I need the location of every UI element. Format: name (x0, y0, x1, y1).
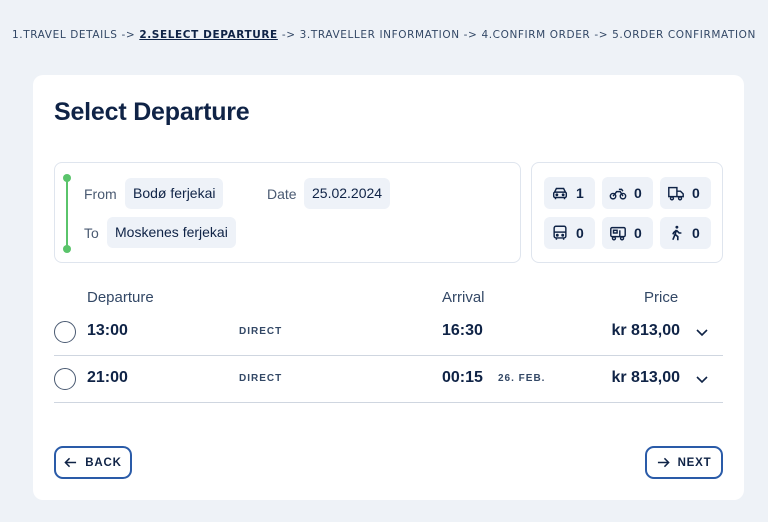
arrival-time: 16:30 (442, 322, 483, 339)
chevron-down-icon[interactable] (695, 372, 709, 386)
pedestrian-icon (672, 225, 682, 241)
from-value: Bodø ferjekai (125, 178, 224, 209)
car-count: 1 (544, 177, 595, 209)
departure-time: 21:00 (87, 369, 128, 386)
breadcrumb-separator: -> (281, 29, 296, 41)
breadcrumb-step-select-departure[interactable]: 2.SELECT DEPARTURE (139, 29, 278, 41)
page-title: Select Departure (54, 98, 250, 126)
route-type: DIRECT (239, 373, 283, 384)
departure-radio[interactable] (54, 368, 76, 390)
motorcycle-count: 0 (602, 177, 653, 209)
departure-price: kr 813,00 (611, 369, 680, 386)
pedestrian-count: 0 (660, 217, 711, 249)
breadcrumb-step-traveller-information: 3.TRAVELLER INFORMATION (299, 29, 460, 41)
price-column-header: Price (644, 289, 679, 306)
route-start-dot (63, 174, 71, 182)
to-label: To (84, 225, 99, 241)
breadcrumb-separator: -> (121, 29, 136, 41)
car-icon (552, 187, 568, 200)
arrow-right-icon (657, 457, 670, 468)
bus-count: 0 (544, 217, 595, 249)
next-button-label: NEXT (677, 456, 712, 469)
route-summary: From Bodø ferjekai Date 25.02.2024 To Mo… (54, 162, 521, 263)
next-button[interactable]: NEXT (645, 446, 723, 479)
to-value: Moskenes ferjekai (107, 217, 236, 248)
truck-count: 0 (660, 177, 711, 209)
camper-icon (610, 226, 626, 241)
departure-card: Select Departure From Bodø ferjekai Date… (33, 75, 744, 500)
truck-icon (668, 186, 684, 201)
breadcrumb-separator: -> (594, 29, 609, 41)
back-button[interactable]: BACK (54, 446, 132, 479)
date-value: 25.02.2024 (304, 178, 391, 209)
date-label: Date (267, 186, 297, 202)
route-line (66, 177, 68, 249)
from-label: From (84, 186, 117, 202)
arrow-left-icon (64, 457, 77, 468)
passenger-summary: 1 0 0 0 0 0 (531, 162, 723, 263)
bus-icon (553, 225, 567, 240)
route-end-dot (63, 245, 71, 253)
departure-price: kr 813,00 (611, 322, 680, 339)
breadcrumb-step-confirm-order: 4.CONFIRM ORDER (481, 29, 591, 41)
departure-radio[interactable] (54, 321, 76, 343)
arrival-date: 26. FEB. (498, 373, 546, 384)
breadcrumb-separator: -> (463, 29, 478, 41)
back-button-label: BACK (85, 456, 122, 469)
motorcycle-icon (609, 188, 627, 200)
chevron-down-icon[interactable] (695, 325, 709, 339)
departure-row[interactable]: 21:00 DIRECT 00:15 26. FEB. kr 813,00 (54, 356, 723, 403)
arrival-column-header: Arrival (442, 289, 485, 306)
departure-row[interactable]: 13:00 DIRECT 16:30 kr 813,00 (54, 309, 723, 356)
breadcrumb-step-order-confirmation: 5.ORDER CONFIRMATION (612, 29, 756, 41)
route-type: DIRECT (239, 326, 283, 337)
departure-column-header: Departure (87, 289, 154, 306)
arrival-time: 00:15 (442, 369, 483, 386)
breadcrumb-step-travel-details[interactable]: 1.TRAVEL DETAILS (12, 29, 118, 41)
breadcrumb: 1.TRAVEL DETAILS -> 2.SELECT DEPARTURE -> 3.… (0, 29, 768, 41)
camper-count: 0 (602, 217, 653, 249)
departure-time: 13:00 (87, 322, 128, 339)
